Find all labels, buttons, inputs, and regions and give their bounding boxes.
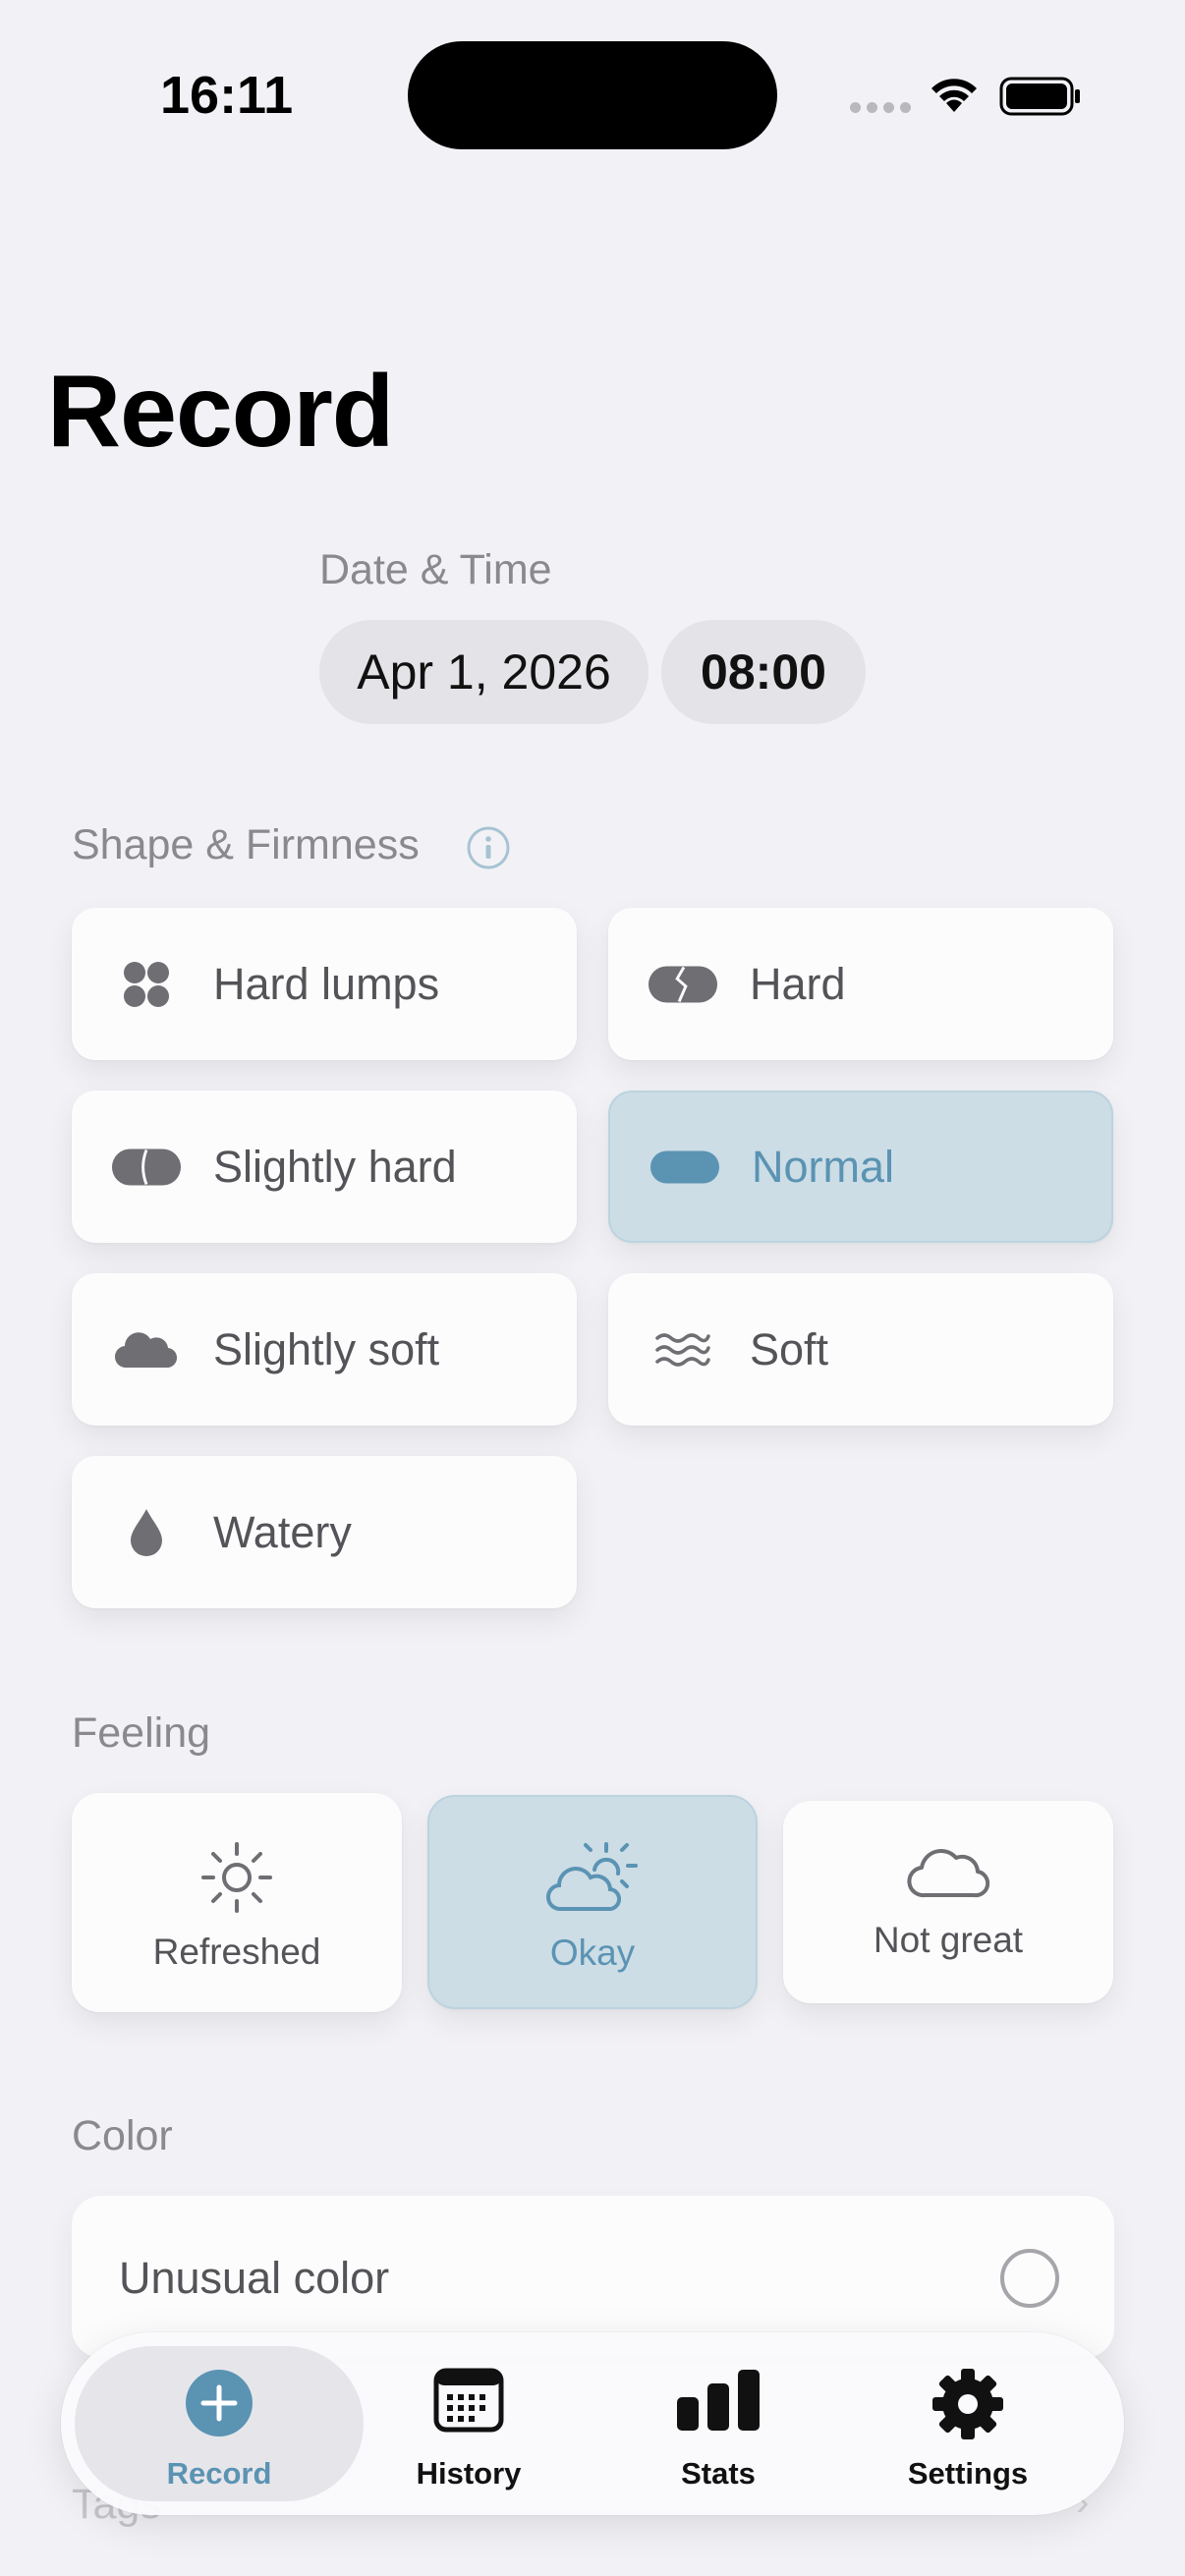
shape-option-slightly-hard[interactable]: Slightly hard [72,1091,577,1243]
tab-label: Settings [907,2456,1029,2491]
wifi-icon [931,79,977,112]
tab-label: Record [166,2456,272,2491]
date-picker[interactable]: Apr 1, 2026 [319,620,649,724]
feeling-label: Feeling [72,1709,211,1757]
tab-stats[interactable]: Stats [593,2332,843,2515]
shape-option-label: Watery [213,1506,352,1557]
bar-chart-icon [677,2370,760,2431]
shape-option-normal[interactable]: Normal [608,1091,1113,1243]
info-icon[interactable] [466,825,511,870]
shape-option-watery[interactable]: Watery [72,1456,577,1608]
unusual-color-radio[interactable] [1000,2249,1059,2308]
calendar-icon [433,2368,504,2433]
shape-option-label: Slightly hard [213,1141,457,1192]
tab-bar: Record History Stats Settings [61,2332,1124,2515]
date-time-label: Date & Time [319,546,552,593]
time-picker[interactable]: 08:00 [661,620,866,724]
sun-icon [201,1842,272,1913]
feeling-option-label: Okay [549,1932,636,1973]
shape-option-label: Slightly soft [213,1323,440,1374]
lumps-icon [111,949,182,1020]
status-time: 16:11 [160,66,294,125]
shape-option-hard-lumps[interactable]: Hard lumps [72,908,577,1060]
slightly-hard-icon [111,1132,182,1203]
shape-option-label: Hard lumps [213,958,440,1009]
color-label: Color [72,2112,173,2159]
shape-option-slightly-soft[interactable]: Slightly soft [72,1273,577,1426]
tab-history[interactable]: History [344,2332,593,2515]
shape-option-label: Soft [750,1323,829,1374]
feeling-option-not-great[interactable]: Not great [783,1801,1113,2003]
shape-option-label: Normal [752,1141,895,1192]
unusual-color-label: Unusual color [119,2253,390,2303]
battery-icon [999,77,1080,116]
shape-option-hard[interactable]: Hard [608,908,1113,1060]
status-bar: 16:11 [0,0,1185,196]
page-title: Record [47,355,394,469]
drop-icon [111,1497,182,1568]
tab-label: Stats [681,2456,756,2491]
cloud-sun-icon [546,1842,638,1912]
waves-icon [648,1315,718,1385]
cloud-icon [111,1315,182,1385]
shape-option-soft[interactable]: Soft [608,1273,1113,1426]
feeling-option-label: Refreshed [152,1932,321,1972]
dynamic-island [408,41,777,149]
shape-option-label: Hard [750,958,846,1009]
feeling-option-okay[interactable]: Okay [427,1795,758,2009]
hard-icon [648,949,718,1020]
tab-settings[interactable]: Settings [843,2332,1093,2515]
normal-icon [649,1132,720,1203]
shape-firmness-label: Shape & Firmness [72,821,420,868]
plus-circle-icon [186,2370,253,2436]
cloud-icon [907,1848,989,1898]
feeling-option-refreshed[interactable]: Refreshed [72,1793,402,2012]
tab-label: History [416,2456,522,2491]
tab-record[interactable]: Record [94,2332,344,2515]
gear-icon [932,2369,1003,2439]
cellular-signal-icon [850,102,911,113]
feeling-option-label: Not great [873,1920,1024,1960]
